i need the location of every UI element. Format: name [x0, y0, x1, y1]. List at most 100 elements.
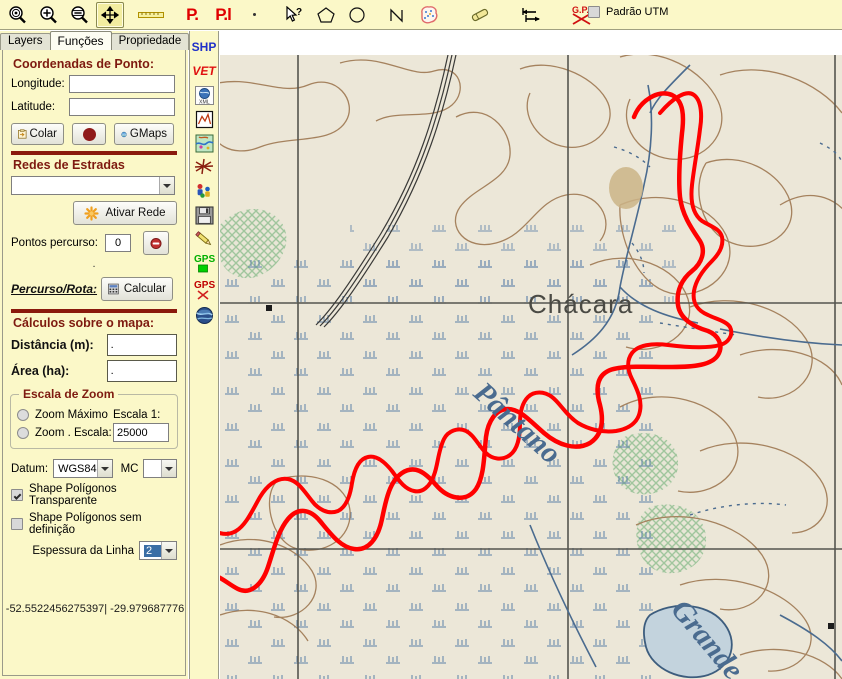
sem-definicao-row[interactable]: Shape Polígonos sem definição — [3, 512, 185, 536]
calculos-title: Cálculos sobre o mapa: — [13, 316, 155, 330]
graph-icon[interactable] — [190, 107, 218, 131]
ativar-rede-button[interactable]: Ativar Rede — [73, 201, 177, 225]
sem-definicao-checkbox[interactable] — [11, 518, 23, 530]
globe-icon[interactable] — [190, 303, 218, 327]
shp-label: SHP — [191, 40, 217, 54]
polyline-icon[interactable] — [384, 2, 412, 28]
star-burst-icon — [84, 205, 100, 221]
point-red-label: P. — [186, 5, 199, 24]
stop-circle-icon — [150, 237, 162, 249]
transparente-label: Shape Polígonos Transparente — [29, 483, 117, 507]
coordenadas-buttons: Colar GMaps — [3, 123, 185, 145]
divider-redes — [11, 151, 177, 155]
longitude-row: Longitude: — [3, 75, 185, 93]
eraser-icon[interactable] — [466, 2, 494, 28]
region-fill-icon[interactable] — [415, 2, 443, 28]
redes-title: Redes de Estradas — [13, 158, 125, 172]
save-icon[interactable] — [190, 203, 218, 227]
zoom-escala-radio-row[interactable]: Zoom . Escala: — [17, 427, 113, 439]
divider-calculos — [11, 309, 177, 313]
zoom-in-icon[interactable] — [34, 2, 62, 28]
espessura-chevron-down-icon[interactable] — [161, 542, 176, 559]
gps-on-icon[interactable]: GPS — [190, 251, 218, 277]
select-help-icon[interactable]: ? — [281, 2, 309, 28]
colar-button[interactable]: Colar — [11, 123, 64, 145]
tab-propriedade[interactable]: Propriedade — [110, 33, 190, 50]
polyline-red-icon[interactable]: P.l — [209, 2, 237, 28]
transparente-row[interactable]: Shape Polígonos Transparente — [3, 483, 185, 507]
point-red-icon[interactable]: P. — [178, 2, 206, 28]
red-circle-icon — [82, 127, 96, 141]
circle-icon[interactable] — [343, 2, 371, 28]
coordenadas-title: Coordenadas de Ponto: — [13, 57, 154, 71]
transparente-checkbox[interactable] — [11, 489, 23, 501]
pan-icon[interactable] — [96, 1, 124, 28]
globe-small-icon — [121, 131, 127, 137]
shp-icon[interactable]: SHP — [190, 35, 218, 59]
colar-label: Colar — [29, 128, 57, 140]
espessura-row: Espessura da Linha 2 — [3, 541, 185, 560]
sem-definicao-label: Shape Polígonos sem definição — [29, 512, 142, 536]
funcoes-tab-panel: Coordenadas de Ponto: Longitude: Latitud… — [2, 50, 186, 676]
map-layer-icon[interactable] — [190, 131, 218, 155]
measure-width-icon[interactable] — [517, 2, 545, 28]
redes-combo[interactable] — [11, 176, 175, 195]
ruler-icon[interactable] — [137, 2, 165, 28]
pontos-percurso-row: Pontos percurso: 0 — [3, 231, 185, 255]
zoom-window-icon[interactable] — [3, 2, 31, 28]
padrao-utm-box[interactable] — [588, 6, 600, 18]
datum-combo[interactable]: WGS84 — [53, 459, 113, 478]
mc-combo[interactable] — [143, 459, 177, 478]
mc-chevron-down-icon[interactable] — [161, 460, 176, 477]
network-icon[interactable] — [190, 155, 218, 179]
zoom-escala-label: Zoom . Escala: — [35, 427, 112, 439]
percurso-dot: . — [92, 258, 96, 270]
percurso-rota-label: Percurso/Rota: — [11, 282, 98, 296]
vet-icon[interactable]: VET — [190, 59, 218, 83]
escala-caption: Escala 1: — [113, 409, 161, 421]
datum-chevron-down-icon[interactable] — [96, 460, 112, 477]
marker-color-button[interactable] — [72, 123, 106, 145]
distancia-row: Distância (m): . — [3, 334, 185, 356]
vertical-toolbar: SHP VET XML GPS GPS — [189, 31, 219, 679]
escala-group-label: Escala de Zoom — [19, 387, 119, 401]
status-coordinates: -52.5522456275397| -29.979687776 — [5, 603, 185, 615]
clear-percurso-button[interactable] — [143, 231, 169, 255]
tab-funcoes[interactable]: Funções — [49, 31, 112, 50]
calcular-button[interactable]: Calcular — [101, 277, 173, 301]
gmaps-button[interactable]: GMaps — [114, 123, 174, 145]
area-label: Área (ha): — [11, 364, 70, 378]
zoom-maximo-radio-row[interactable]: Zoom Máximo — [17, 409, 113, 421]
svg-text:G.P.: G.P. — [572, 5, 589, 15]
zoom-out-icon[interactable] — [65, 2, 93, 28]
area-value[interactable]: . — [106, 360, 177, 382]
dot-icon[interactable] — [240, 2, 268, 28]
pontos-percurso-value[interactable]: 0 — [105, 234, 131, 252]
xml-icon[interactable]: XML — [190, 83, 218, 107]
people-icon[interactable] — [190, 179, 218, 203]
zoom-maximo-radio[interactable] — [17, 409, 29, 421]
map-canvas[interactable]: Chácara Pântano Grande — [220, 55, 842, 679]
map-viewport[interactable]: Chácara Pântano Grande — [220, 31, 842, 679]
distancia-value[interactable]: . — [106, 334, 177, 356]
polygon-icon[interactable] — [312, 2, 340, 28]
latitude-input[interactable] — [69, 98, 175, 116]
datum-row: Datum: WGS84 MC — [3, 459, 185, 478]
latitude-label: Latitude: — [11, 101, 56, 113]
longitude-input[interactable] — [69, 75, 175, 93]
svg-text:?: ? — [296, 7, 302, 18]
espessura-combo[interactable]: 2 — [139, 541, 177, 560]
chevron-down-icon[interactable] — [159, 177, 174, 194]
distancia-label: Distância (m): — [11, 338, 94, 352]
pencil-icon[interactable] — [190, 227, 218, 251]
escala-value-input[interactable]: 25000 — [113, 423, 169, 442]
padrao-utm-label: Padrão UTM — [606, 6, 669, 18]
gps-off-icon[interactable]: GPS — [190, 277, 218, 303]
tab-layers[interactable]: Layers — [0, 33, 51, 50]
map-label-chacara: Chácara — [528, 289, 633, 319]
longitude-label: Longitude: — [11, 78, 65, 90]
zoom-escala-radio[interactable] — [17, 427, 29, 439]
calculator-icon — [108, 283, 119, 295]
area-row: Área (ha): . — [3, 360, 185, 382]
padrao-utm-checkbox[interactable]: Padrão UTM — [588, 6, 668, 18]
